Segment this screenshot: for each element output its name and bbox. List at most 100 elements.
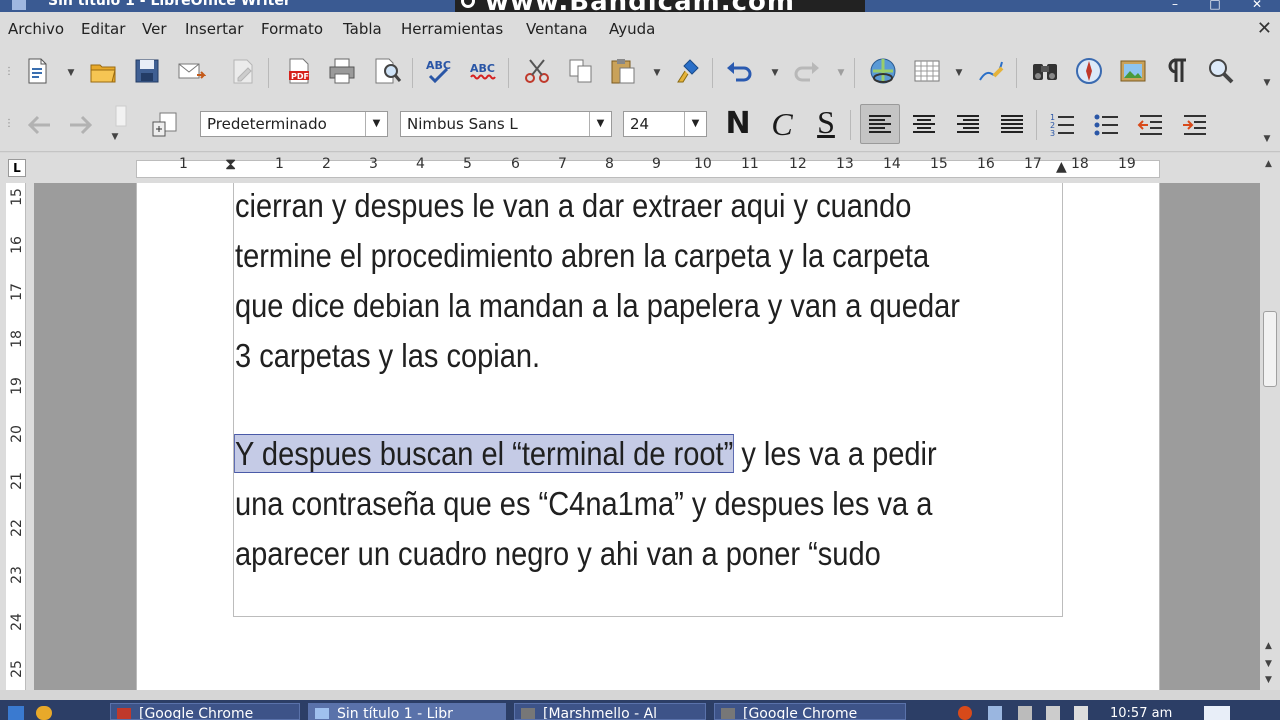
save-icon[interactable] (130, 54, 164, 88)
compass-icon[interactable] (1072, 54, 1106, 88)
menu-tabla[interactable]: Tabla (343, 20, 382, 38)
new-document-icon[interactable] (20, 54, 54, 88)
text-line[interactable]: Y despues buscan el “terminal de root” y… (234, 434, 937, 473)
chevron-down-icon[interactable]: ▼ (1262, 78, 1272, 88)
draw-functions-icon[interactable] (974, 54, 1008, 88)
image-icon[interactable] (1116, 54, 1150, 88)
styles-formatting-icon[interactable] (148, 108, 182, 142)
indent-marker-icon[interactable]: ⧗ (225, 154, 236, 174)
network-icon[interactable] (1018, 706, 1032, 720)
increase-indent-icon[interactable] (1178, 108, 1212, 142)
text-line[interactable]: termine el procedimiento abren la carpet… (235, 237, 929, 275)
toolbar-grip[interactable]: ⋮ (4, 118, 14, 129)
taskbar-item-marshmello[interactable]: [Marshmello - Al (514, 703, 706, 720)
text-line[interactable]: una contraseña que es “C4na1ma” y despue… (235, 485, 932, 523)
selected-text[interactable]: Y despues buscan el “terminal de root” (234, 434, 735, 473)
open-folder-icon[interactable] (86, 54, 120, 88)
close-window-button[interactable]: ✕ (1242, 0, 1272, 12)
copy-icon[interactable] (564, 54, 598, 88)
print-preview-icon[interactable] (370, 54, 404, 88)
close-document-icon[interactable]: ✕ (1257, 18, 1272, 39)
align-right-button[interactable] (948, 104, 988, 144)
toolbar-button-slot[interactable] (108, 102, 142, 136)
scroll-up-icon[interactable]: ▲ (1265, 159, 1272, 169)
taskbar-item-chrome-1[interactable]: [Google Chrome (110, 703, 300, 720)
chevron-down-icon[interactable]: ▼ (365, 112, 387, 136)
menu-herramientas[interactable]: Herramientas (401, 20, 503, 38)
minimize-button[interactable]: – (1160, 0, 1190, 12)
taskbar-item-writer[interactable]: Sin título 1 - Libr (308, 703, 506, 720)
print-icon[interactable] (325, 54, 359, 88)
show-desktop-icon[interactable] (1204, 706, 1230, 720)
formatting-marks-icon[interactable] (1160, 54, 1194, 88)
chevron-down-icon[interactable]: ▼ (770, 68, 780, 78)
cut-icon[interactable] (520, 54, 554, 88)
chevron-down-icon[interactable]: ▼ (954, 68, 964, 78)
menu-archivo[interactable]: Archivo (8, 20, 64, 38)
align-left-button[interactable] (860, 104, 900, 144)
table-icon[interactable] (910, 54, 944, 88)
chevron-down-icon[interactable]: ▼ (684, 112, 706, 136)
scroll-down-icon[interactable]: ▼ (1265, 659, 1272, 669)
text-line[interactable]: 3 carpetas y las copian. (235, 337, 540, 375)
quick-launch-icon[interactable] (6, 704, 66, 720)
volume-icon[interactable] (1074, 706, 1088, 720)
vertical-scrollbar[interactable]: ▲ ▲ ▼ ▼ (1260, 153, 1280, 690)
bold-button[interactable]: N (719, 104, 757, 144)
export-pdf-icon[interactable]: PDF (282, 54, 316, 88)
chevron-down-icon[interactable]: ▼ (652, 68, 662, 78)
clock[interactable]: 10:57 am (1110, 706, 1172, 720)
chevron-down-icon[interactable]: ▼ (110, 132, 120, 142)
menu-ventana[interactable]: Ventana (526, 20, 588, 38)
maximize-button[interactable]: □ (1200, 0, 1230, 12)
align-center-button[interactable] (904, 104, 944, 144)
menu-editar[interactable]: Editar (81, 20, 125, 38)
text-line[interactable]: que dice debian la mandan a la papelera … (235, 287, 960, 325)
edit-document-icon[interactable] (226, 54, 260, 88)
menu-ayuda[interactable]: Ayuda (609, 20, 655, 38)
tray-app-icon[interactable] (958, 706, 972, 720)
spellcheck-icon[interactable]: ABC (422, 54, 456, 88)
forward-arrow-icon[interactable] (64, 108, 98, 142)
autospellcheck-icon[interactable]: ABC (466, 54, 500, 88)
back-arrow-icon[interactable] (22, 108, 56, 142)
text-line[interactable]: aparecer un cuadro negro y ahi van a pon… (235, 535, 881, 573)
scroll-up-icon[interactable]: ▲ (1265, 641, 1272, 651)
justify-button[interactable] (992, 104, 1032, 144)
menu-ver[interactable]: Ver (142, 20, 167, 38)
undo-icon[interactable] (722, 54, 756, 88)
clone-formatting-icon[interactable] (672, 54, 706, 88)
scrollbar-thumb[interactable] (1263, 311, 1277, 387)
taskbar-item-chrome-2[interactable]: [Google Chrome (714, 703, 906, 720)
numbering-icon[interactable]: 123 (1046, 108, 1080, 142)
chevron-down-icon[interactable]: ▼ (836, 68, 846, 78)
menu-formato[interactable]: Formato (261, 20, 323, 38)
decrease-indent-icon[interactable] (1134, 108, 1168, 142)
right-indent-marker-icon[interactable]: ▲ (1056, 159, 1067, 175)
window-menu-icon[interactable] (12, 0, 26, 10)
paste-icon[interactable] (606, 54, 640, 88)
font-size-select[interactable]: 24 ▼ (623, 111, 707, 137)
scroll-down-icon[interactable]: ▼ (1265, 675, 1272, 685)
chevron-down-icon[interactable]: ▼ (589, 112, 611, 136)
ruler-track[interactable] (136, 160, 1160, 178)
menu-insertar[interactable]: Insertar (185, 20, 243, 38)
bullets-icon[interactable] (1090, 108, 1124, 142)
zoom-icon[interactable] (1204, 54, 1238, 88)
toolbar-grip[interactable]: ⋮ (4, 66, 14, 77)
paragraph-style-select[interactable]: Predeterminado ▼ (200, 111, 388, 137)
text-line[interactable]: cierran y despues le van a dar extraer a… (235, 187, 911, 225)
chevron-down-icon[interactable]: ▼ (66, 68, 76, 78)
navigator-icon[interactable] (1028, 54, 1062, 88)
hyperlink-icon[interactable] (866, 54, 900, 88)
italic-button[interactable]: C (763, 104, 801, 144)
email-icon[interactable] (174, 54, 208, 88)
tray-app-icon[interactable] (988, 706, 1002, 720)
font-name-select[interactable]: Nimbus Sans L ▼ (400, 111, 612, 137)
underline-button[interactable]: S (807, 102, 845, 142)
tab-stop-selector[interactable]: L (8, 159, 26, 177)
chevron-down-icon[interactable]: ▼ (1262, 134, 1272, 144)
document-page[interactable]: cierran y despues le van a dar extraer a… (136, 183, 1160, 690)
display-icon[interactable] (1046, 706, 1060, 720)
redo-icon[interactable] (790, 54, 824, 88)
